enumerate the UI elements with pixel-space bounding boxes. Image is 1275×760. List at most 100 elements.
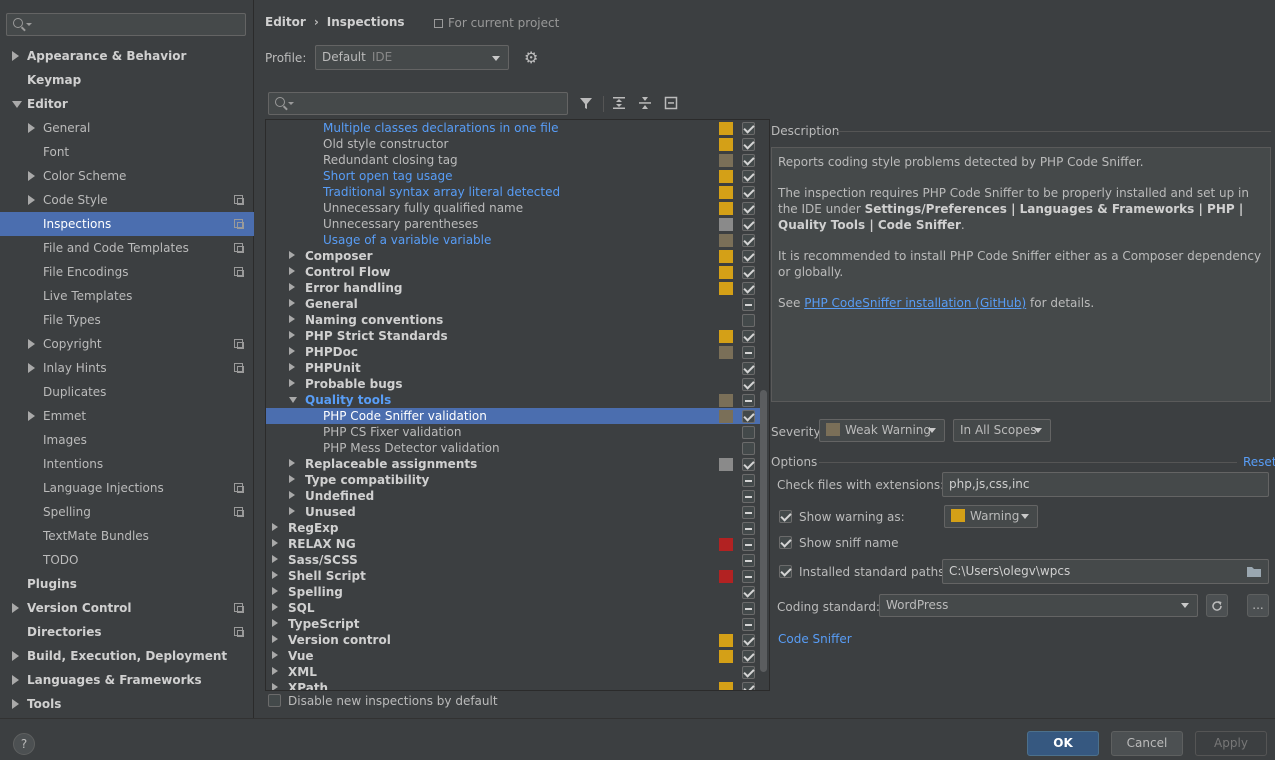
sidebar-item-appearance-behavior[interactable]: Appearance & Behavior <box>0 44 254 68</box>
chevron-right-icon[interactable] <box>289 475 295 483</box>
sidebar-item-directories[interactable]: Directories <box>0 620 254 644</box>
tree-row-checkbox[interactable] <box>742 490 755 503</box>
breadcrumb-parent[interactable]: Editor <box>265 15 306 29</box>
tree-row[interactable]: Short open tag usage <box>266 168 761 184</box>
tree-row-checkbox[interactable] <box>742 202 755 215</box>
sidebar-item-keymap[interactable]: Keymap <box>0 68 254 92</box>
tree-row-checkbox[interactable] <box>742 570 755 583</box>
tree-row[interactable]: Unnecessary parentheses <box>266 216 761 232</box>
sidebar-item-version-control[interactable]: Version Control <box>0 596 254 620</box>
chevron-right-icon[interactable] <box>289 283 295 291</box>
sidebar-item-build-execution-deployment[interactable]: Build, Execution, Deployment <box>0 644 254 668</box>
tree-row-checkbox[interactable] <box>742 474 755 487</box>
filter-icon[interactable] <box>579 96 593 110</box>
tree-row-checkbox[interactable] <box>742 170 755 183</box>
chevron-right-icon[interactable] <box>272 603 278 611</box>
sidebar-item-todo[interactable]: TODO <box>0 548 254 572</box>
sidebar-item-duplicates[interactable]: Duplicates <box>0 380 254 404</box>
chevron-right-icon[interactable] <box>272 523 278 531</box>
tree-row[interactable]: RegExp <box>266 520 761 536</box>
inspection-search-input[interactable] <box>268 92 568 115</box>
tree-row-checkbox[interactable] <box>742 426 755 439</box>
apply-button[interactable]: Apply <box>1195 731 1267 756</box>
sidebar-search-input[interactable] <box>6 13 246 36</box>
tree-row[interactable]: PHP Strict Standards <box>266 328 761 344</box>
reset-to-empty-icon[interactable] <box>664 96 678 110</box>
chevron-right-icon[interactable] <box>272 651 278 659</box>
chevron-right-icon[interactable] <box>289 363 295 371</box>
more-button[interactable]: ... <box>1247 594 1269 617</box>
chevron-right-icon[interactable] <box>272 667 278 675</box>
tree-row[interactable]: Undefined <box>266 488 761 504</box>
chevron-right-icon[interactable] <box>28 363 35 373</box>
tree-row[interactable]: Error handling <box>266 280 761 296</box>
chevron-right-icon[interactable] <box>289 267 295 275</box>
show-sniff-name-checkbox[interactable] <box>779 536 792 549</box>
chevron-right-icon[interactable] <box>289 507 295 515</box>
tree-row[interactable]: Replaceable assignments <box>266 456 761 472</box>
tree-row[interactable]: Unnecessary fully qualified name <box>266 200 761 216</box>
chevron-right-icon[interactable] <box>28 171 35 181</box>
code-sniffer-link[interactable]: Code Sniffer <box>778 631 852 647</box>
tree-row-checkbox[interactable] <box>742 154 755 167</box>
sidebar-item-emmet[interactable]: Emmet <box>0 404 254 428</box>
tree-row-checkbox[interactable] <box>742 506 755 519</box>
collapse-all-icon[interactable] <box>638 96 652 110</box>
cancel-button[interactable]: Cancel <box>1111 731 1183 756</box>
tree-row-checkbox[interactable] <box>742 378 755 391</box>
chevron-right-icon[interactable] <box>12 675 19 685</box>
profile-select[interactable]: Default IDE <box>315 45 509 70</box>
tree-row-checkbox[interactable] <box>742 618 755 631</box>
tree-row-checkbox[interactable] <box>742 394 755 407</box>
tree-row[interactable]: Probable bugs <box>266 376 761 392</box>
tree-row-checkbox[interactable] <box>742 186 755 199</box>
tree-row-checkbox[interactable] <box>742 298 755 311</box>
chevron-right-icon[interactable] <box>272 683 278 690</box>
sidebar-item-languages-frameworks[interactable]: Languages & Frameworks <box>0 668 254 692</box>
sidebar-item-plugins[interactable]: Plugins <box>0 572 254 596</box>
tree-row[interactable]: Spelling <box>266 584 761 600</box>
tree-row[interactable]: Type compatibility <box>266 472 761 488</box>
tree-row-checkbox[interactable] <box>742 266 755 279</box>
tree-row-checkbox[interactable] <box>742 682 755 690</box>
gear-icon[interactable]: ⚙ <box>524 50 540 66</box>
tree-row[interactable]: General <box>266 296 761 312</box>
chevron-right-icon[interactable] <box>289 331 295 339</box>
tree-row[interactable]: Usage of a variable variable <box>266 232 761 248</box>
tree-row-checkbox[interactable] <box>742 442 755 455</box>
coding-standard-select[interactable]: WordPress <box>879 594 1198 617</box>
chevron-right-icon[interactable] <box>272 539 278 547</box>
tree-row[interactable]: PHPUnit <box>266 360 761 376</box>
tree-row-checkbox[interactable] <box>742 234 755 247</box>
tree-row-checkbox[interactable] <box>742 282 755 295</box>
tree-row[interactable]: PHP CS Fixer validation <box>266 424 761 440</box>
tree-row[interactable]: PHP Code Sniffer validation <box>266 408 761 424</box>
installed-paths-input[interactable]: C:\Users\olegv\wpcs <box>942 559 1269 584</box>
tree-row-checkbox[interactable] <box>742 458 755 471</box>
tree-row-checkbox[interactable] <box>742 346 755 359</box>
chevron-right-icon[interactable] <box>272 619 278 627</box>
disable-new-inspections-checkbox[interactable] <box>268 694 281 707</box>
tree-row-checkbox[interactable] <box>742 218 755 231</box>
chevron-right-icon[interactable] <box>272 571 278 579</box>
tree-row-checkbox[interactable] <box>742 410 755 423</box>
tree-row[interactable]: PHP Mess Detector validation <box>266 440 761 456</box>
severity-select[interactable]: Weak Warning <box>819 419 945 442</box>
installation-link[interactable]: PHP CodeSniffer installation (GitHub) <box>804 296 1026 310</box>
sidebar-item-file-types[interactable]: File Types <box>0 308 254 332</box>
chevron-right-icon[interactable] <box>28 411 35 421</box>
tree-row[interactable]: SQL <box>266 600 761 616</box>
folder-icon[interactable] <box>1246 566 1262 578</box>
installed-paths-checkbox[interactable] <box>779 565 792 578</box>
chevron-right-icon[interactable] <box>289 379 295 387</box>
chevron-right-icon[interactable] <box>12 51 19 61</box>
tree-row[interactable]: Naming conventions <box>266 312 761 328</box>
sidebar-item-images[interactable]: Images <box>0 428 254 452</box>
tree-row-checkbox[interactable] <box>742 554 755 567</box>
inspections-tree[interactable]: Multiple classes declarations in one fil… <box>265 119 770 691</box>
sidebar-item-intentions[interactable]: Intentions <box>0 452 254 476</box>
tree-row-checkbox[interactable] <box>742 586 755 599</box>
tree-row[interactable]: Traditional syntax array literal detecte… <box>266 184 761 200</box>
chevron-right-icon[interactable] <box>12 651 19 661</box>
sidebar-item-tools[interactable]: Tools <box>0 692 254 716</box>
